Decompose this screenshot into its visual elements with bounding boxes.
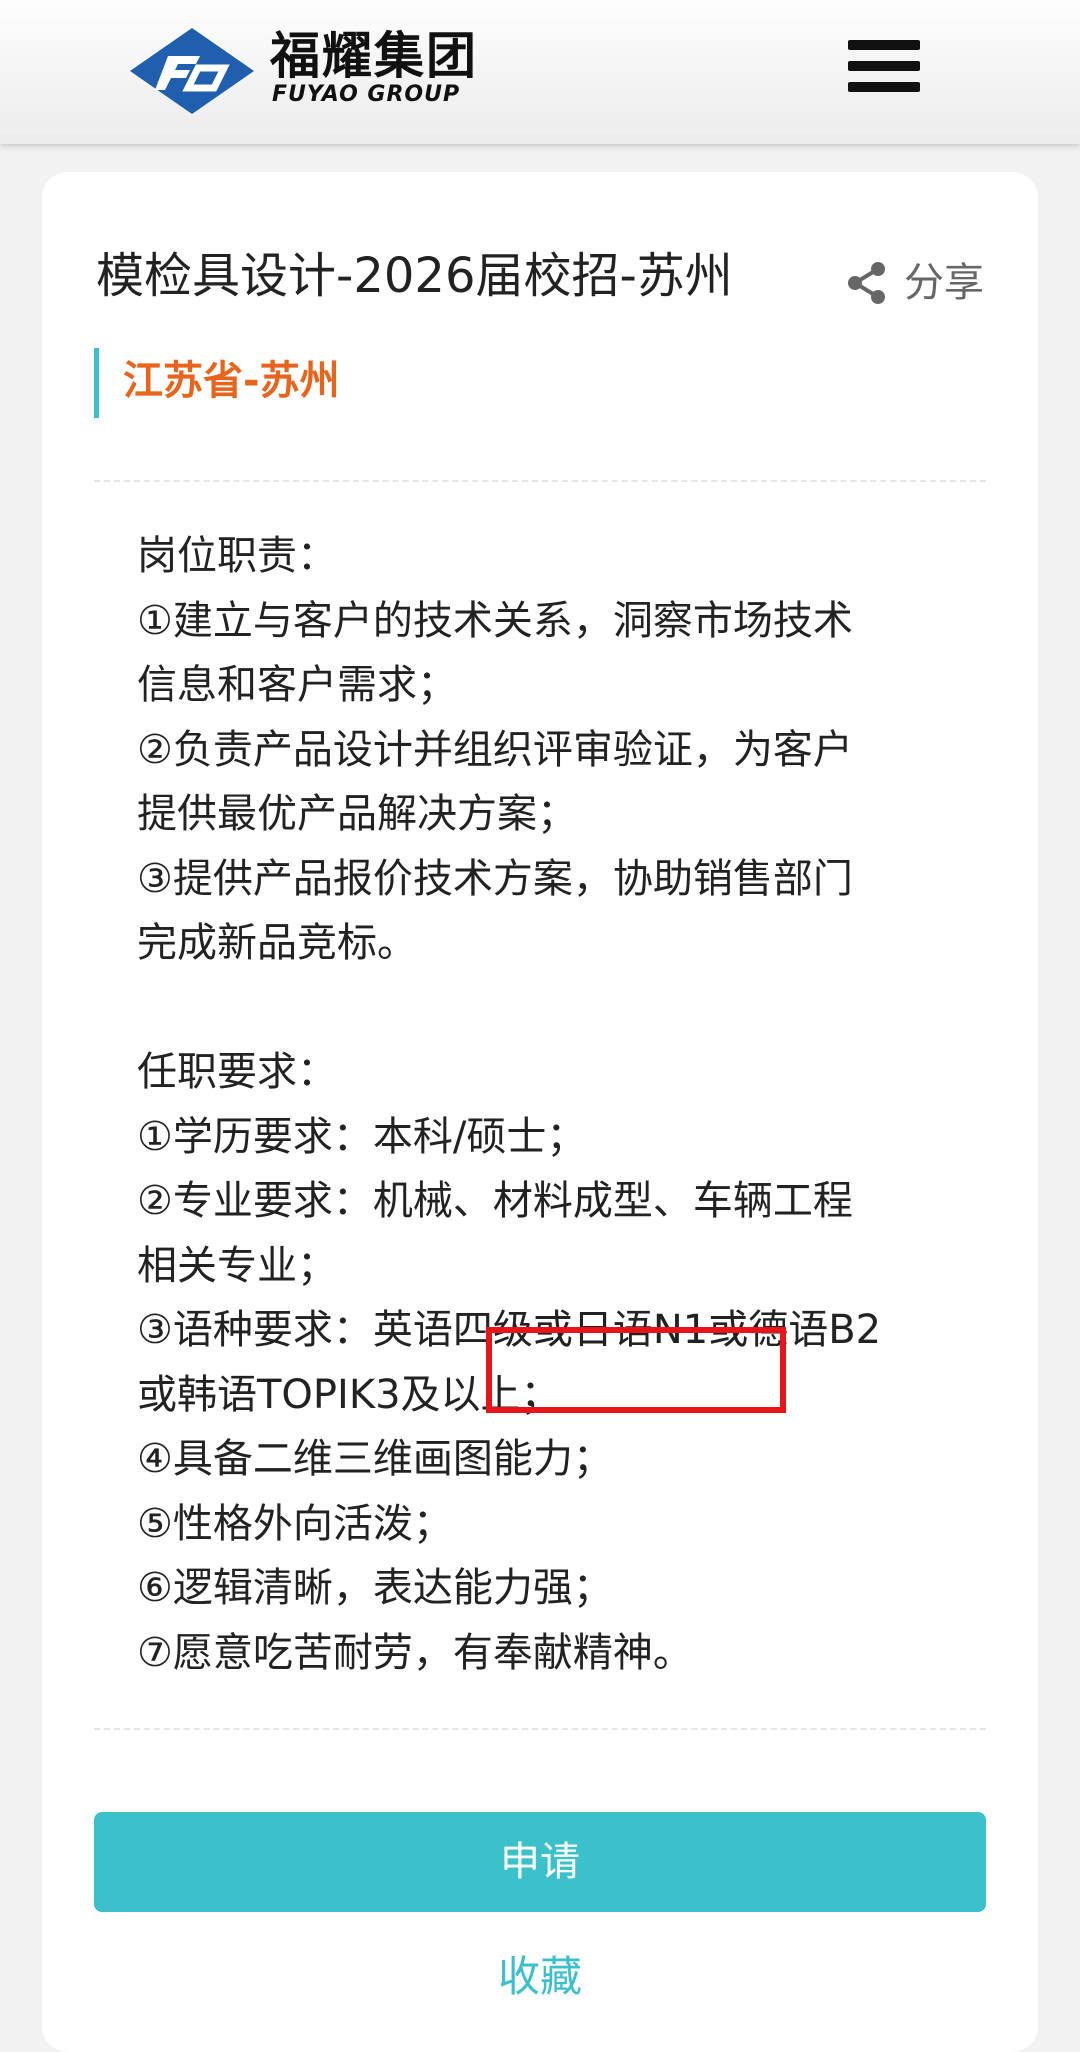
requirement-line: ④具备二维三维画图能力； <box>137 1436 613 1482</box>
fuyao-logo[interactable]: 福耀集团 FUYAO GROUP <box>128 26 488 116</box>
requirement-line: ⑦愿意吃苦耐劳，有奉献精神。 <box>137 1629 693 1676</box>
logo-english-text: FUYAO GROUP <box>272 82 461 107</box>
duty-line: 信息和客户需求； <box>137 662 457 708</box>
share-label: 分享 <box>904 260 984 306</box>
duties-heading: 岗位职责： <box>137 533 337 579</box>
requirements-heading: 任职要求： <box>137 1049 337 1095</box>
menu-bar <box>848 40 920 50</box>
job-title: 模检具设计-2026届校招-苏州 <box>96 248 733 304</box>
requirement-line: 或韩语TOPIK3及以上； <box>137 1371 561 1418</box>
requirement-line: ③语种要求：英语四级或日语N1或德语B2 <box>137 1307 882 1353</box>
divider <box>94 1728 986 1730</box>
duty-line: ②负责产品设计并组织评审验证，为客户 <box>137 726 853 773</box>
requirement-line: 相关专业； <box>137 1242 337 1289</box>
fuyao-diamond-icon <box>130 28 254 114</box>
favorite-link[interactable]: 收藏 <box>42 1947 1038 2007</box>
hamburger-menu-icon[interactable] <box>848 36 924 96</box>
job-detail-card: 模检具设计-2026届校招-苏州 分享 江苏省-苏州 岗位职责： ①建立与客户的… <box>42 172 1038 2052</box>
menu-bar <box>848 82 920 92</box>
apply-button[interactable]: 申请 <box>94 1812 986 1912</box>
job-description: 岗位职责： ①建立与客户的技术关系，洞察市场技术 信息和客户需求； ②负责产品设… <box>137 524 967 1685</box>
requirement-line: ⑥逻辑清晰，表达能力强； <box>137 1565 613 1611</box>
job-location: 江苏省-苏州 <box>94 348 340 418</box>
requirement-line: ②专业要求：机械、材料成型、车辆工程 <box>137 1178 853 1224</box>
top-header: 福耀集团 FUYAO GROUP <box>0 0 1080 144</box>
share-icon <box>848 262 885 304</box>
duty-line: 完成新品竞标。 <box>137 920 417 966</box>
requirement-line: ⑤性格外向活泼； <box>137 1500 453 1547</box>
duty-line: ③提供产品报价技术方案，协助销售部门 <box>137 855 853 902</box>
share-button[interactable]: 分享 <box>844 258 984 308</box>
menu-bar <box>848 61 920 71</box>
logo-chinese-text: 福耀集团 <box>270 27 478 85</box>
duty-line: 提供最优产品解决方案； <box>137 791 577 837</box>
requirement-line: ①学历要求：本科/硕士； <box>137 1113 587 1160</box>
divider <box>94 480 986 482</box>
duty-line: ①建立与客户的技术关系，洞察市场技术 <box>137 597 853 644</box>
